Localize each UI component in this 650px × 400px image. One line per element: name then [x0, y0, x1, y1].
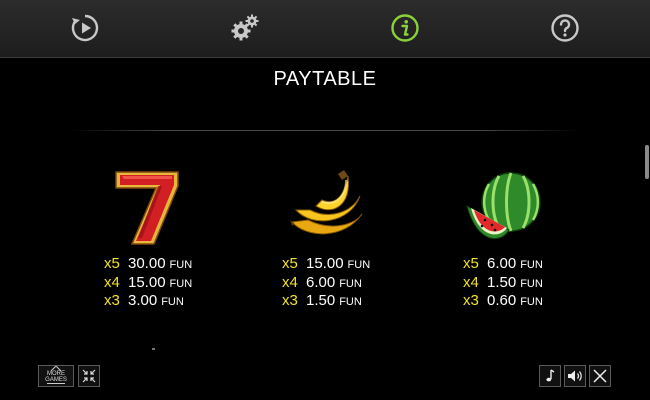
scrollbar-thumb[interactable] — [645, 145, 649, 179]
paytable-symbol-watermelon: x5 6.00 FUN x4 1.50 FUN x3 0.60 FUN — [463, 160, 573, 310]
payout-unit: FUN — [520, 296, 543, 308]
music-toggle-button[interactable] — [539, 365, 561, 387]
watermelon-icon — [466, 172, 541, 239]
payout-amount: 1.50 — [306, 292, 336, 309]
collapse-arrows-icon — [82, 369, 96, 383]
paytable-symbol-banana: x5 15.00 FUN x4 6.00 FUN x3 1.50 FUN — [282, 160, 392, 310]
payout-amount: 15.00 — [306, 255, 344, 272]
payout-row: x5 30.00 FUN — [104, 254, 192, 273]
gears-icon — [231, 14, 259, 41]
payout-multiplier: x3 — [104, 292, 120, 309]
payout-unit: FUN — [161, 296, 184, 308]
payout-row: x5 15.00 FUN — [282, 254, 370, 273]
payout-multiplier: x5 — [282, 255, 298, 272]
payout-unit: FUN — [347, 259, 371, 271]
payout-multiplier: x5 — [104, 255, 120, 272]
payout-multiplier: x4 — [282, 274, 298, 291]
payout-unit: FUN — [520, 278, 543, 290]
question-icon — [551, 14, 579, 42]
payout-multiplier: x3 — [463, 292, 479, 309]
banana-icon — [290, 170, 363, 235]
payout-amount: 3.00 — [128, 292, 158, 309]
payout-amount: 6.00 — [306, 274, 336, 291]
payout-row: x5 6.00 FUN — [463, 254, 543, 273]
payout-unit: FUN — [169, 278, 193, 290]
title-divider — [70, 130, 580, 131]
payout-amount: 0.60 — [487, 292, 517, 309]
sound-toggle-button[interactable] — [564, 365, 586, 387]
payout-amount: 6.00 — [487, 255, 517, 272]
payout-multiplier: x4 — [104, 274, 120, 291]
more-games-underline — [47, 383, 65, 384]
fullscreen-toggle-button[interactable] — [78, 365, 100, 387]
payout-row: x3 3.00 FUN — [104, 291, 184, 310]
payout-multiplier: x4 — [463, 274, 479, 291]
payout-amount: 30.00 — [128, 255, 166, 272]
paytable-symbol-seven: x5 30.00 FUN x4 15.00 FUN x3 3.00 FUN — [104, 160, 214, 310]
tab-help[interactable] — [549, 12, 581, 44]
more-games-label: MORE GAMES — [45, 371, 67, 383]
payout-row: x3 0.60 FUN — [463, 291, 543, 310]
payout-unit: FUN — [169, 259, 193, 271]
payout-amount: 1.50 — [487, 274, 517, 291]
close-icon — [593, 369, 607, 383]
more-games-button[interactable]: MORE GAMES — [38, 365, 74, 387]
info-icon — [391, 14, 419, 42]
payout-row: x4 15.00 FUN — [104, 273, 192, 292]
payout-multiplier: x5 — [463, 255, 479, 272]
payout-unit: FUN — [520, 259, 543, 271]
payout-row: x4 6.00 FUN — [282, 273, 362, 292]
speaker-icon — [568, 370, 582, 382]
close-button[interactable] — [589, 365, 611, 387]
payout-unit: FUN — [339, 296, 362, 308]
tab-info[interactable] — [389, 12, 421, 44]
tab-settings[interactable] — [229, 12, 261, 44]
replay-icon — [71, 14, 99, 42]
payout-row: x3 1.50 FUN — [282, 291, 362, 310]
payout-multiplier: x3 — [282, 292, 298, 309]
decorative-dot — [152, 348, 155, 350]
seven-icon — [115, 171, 179, 245]
music-note-icon — [546, 369, 555, 382]
payout-unit: FUN — [339, 278, 362, 290]
payout-amount: 15.00 — [128, 274, 166, 291]
top-navigation-bar — [0, 0, 650, 58]
page-title: PAYTABLE — [273, 68, 377, 90]
payout-row: x4 1.50 FUN — [463, 273, 543, 292]
tab-autoplay[interactable] — [69, 12, 101, 44]
